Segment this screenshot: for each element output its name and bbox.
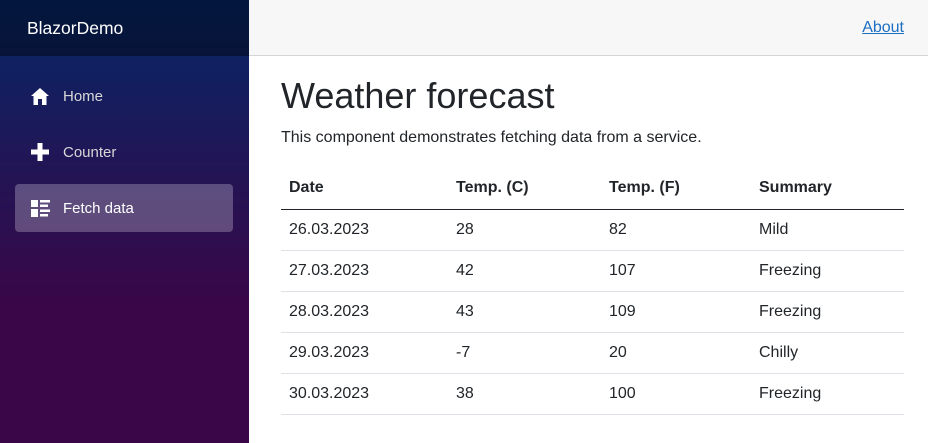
- column-header-temp-f: Temp. (F): [601, 168, 751, 210]
- nav-item-home[interactable]: Home: [15, 72, 233, 120]
- cell-temp-c: -7: [448, 332, 601, 374]
- plus-icon: [30, 142, 50, 162]
- sidebar: BlazorDemo Home Counter Fetch data: [0, 0, 249, 443]
- cell-summary: Freezing: [751, 373, 904, 415]
- cell-summary: Chilly: [751, 332, 904, 374]
- cell-temp-c: 28: [448, 209, 601, 251]
- page-description: This component demonstrates fetching dat…: [281, 129, 702, 146]
- nav-item-counter[interactable]: Counter: [15, 128, 233, 176]
- cell-temp-c: 42: [448, 250, 601, 292]
- cell-summary: Freezing: [751, 291, 904, 333]
- table-row: 30.03.2023 38 100 Freezing: [281, 373, 904, 415]
- cell-date: 28.03.2023: [281, 291, 448, 333]
- cell-date: 29.03.2023: [281, 332, 448, 374]
- brand-link[interactable]: BlazorDemo: [27, 18, 123, 39]
- cell-temp-c: 43: [448, 291, 601, 333]
- table-row: 27.03.2023 42 107 Freezing: [281, 250, 904, 292]
- cell-date: 26.03.2023: [281, 209, 448, 251]
- cell-temp-f: 82: [601, 209, 751, 251]
- cell-date: 30.03.2023: [281, 373, 448, 415]
- table-row: 29.03.2023 -7 20 Chilly: [281, 332, 904, 374]
- cell-temp-f: 20: [601, 332, 751, 374]
- home-icon: [30, 86, 50, 106]
- weather-table: Date Temp. (C) Temp. (F) Summary 26.03.2…: [281, 168, 904, 415]
- column-header-date: Date: [281, 168, 448, 210]
- nav-item-fetch-data[interactable]: Fetch data: [15, 184, 233, 232]
- cell-summary: Freezing: [751, 250, 904, 292]
- nav-menu: Home Counter Fetch data: [0, 56, 249, 232]
- cell-temp-f: 107: [601, 250, 751, 292]
- about-link[interactable]: About: [862, 19, 904, 37]
- cell-temp-c: 38: [448, 373, 601, 415]
- page-title: Weather forecast: [281, 75, 555, 116]
- nav-item-label: Counter: [63, 143, 117, 161]
- cell-summary: Mild: [751, 209, 904, 251]
- column-header-summary: Summary: [751, 168, 904, 210]
- list-rich-icon: [30, 198, 50, 218]
- nav-item-label: Fetch data: [63, 199, 134, 217]
- cell-temp-f: 100: [601, 373, 751, 415]
- table-row: 26.03.2023 28 82 Mild: [281, 209, 904, 251]
- main-content: Weather forecast This component demonstr…: [281, 56, 904, 415]
- table-row: 28.03.2023 43 109 Freezing: [281, 291, 904, 333]
- column-header-temp-c: Temp. (C): [448, 168, 601, 210]
- cell-temp-f: 109: [601, 291, 751, 333]
- nav-item-label: Home: [63, 87, 104, 105]
- top-row: About: [249, 0, 928, 56]
- cell-date: 27.03.2023: [281, 250, 448, 292]
- brand-bar: BlazorDemo: [0, 0, 249, 56]
- table-header-row: Date Temp. (C) Temp. (F) Summary: [281, 168, 904, 210]
